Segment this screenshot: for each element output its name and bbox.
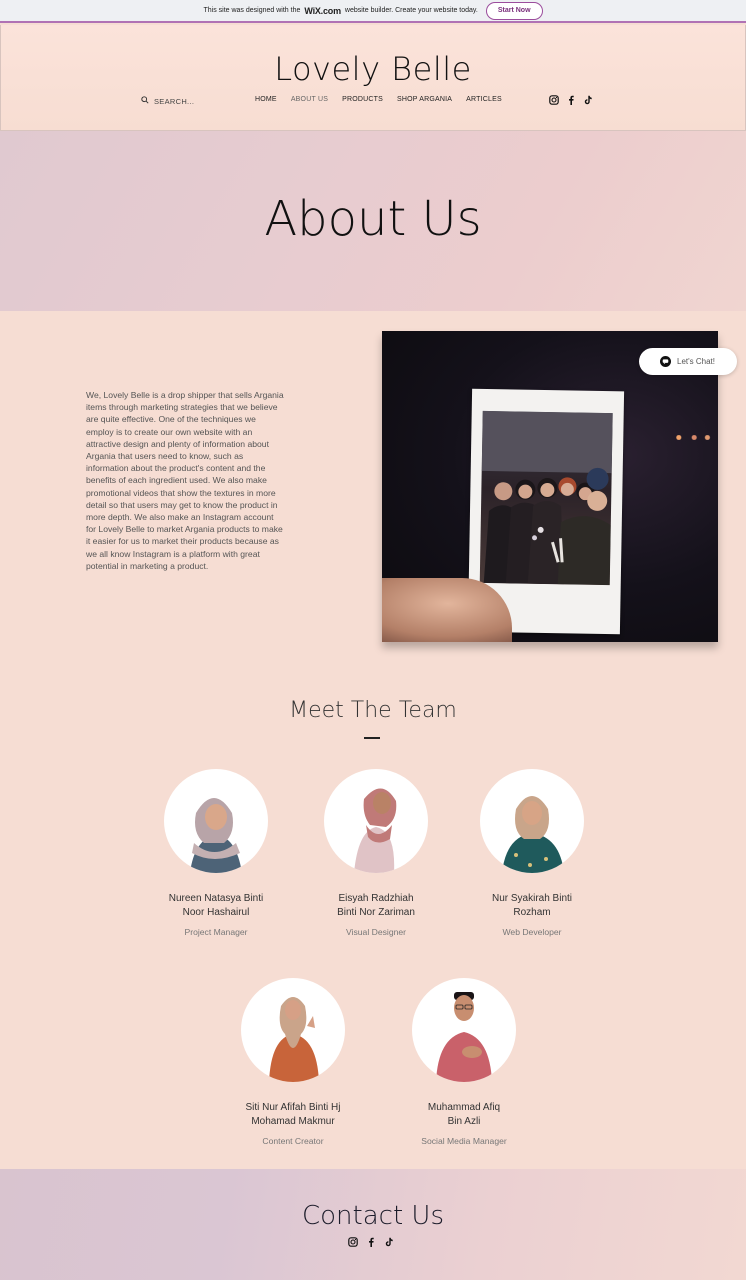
start-now-button[interactable]: Start Now [485,1,543,20]
background-lights [670,435,714,440]
member-name: Nur Syakirah Binti Rozham [491,893,573,918]
member-role: Project Manager [184,927,248,937]
chat-widget[interactable]: Let's Chat! [639,348,737,375]
chat-label: Let's Chat! [677,357,715,366]
member-role: Visual Designer [345,927,407,937]
team-member-card: Nureen Natasya Binti Noor Hashairul Proj… [136,769,296,937]
search-box[interactable]: SEARCH... [141,96,194,106]
page-title: About Us [264,191,482,247]
nav-shop-argania[interactable]: SHOP ARGANIA [397,96,452,103]
team-member-card: Nur Syakirah Binti Rozham Web Developer [452,769,612,937]
hand [382,578,512,642]
member-name: Muhammad Afiq Bin Azli [427,1102,501,1127]
member-name: Siti Nur Afifah Binti Hj Mohamad Makmur [245,1102,341,1127]
site-title[interactable]: Lovely Belle [1,50,745,88]
member-role: Web Developer [502,927,562,937]
search-input[interactable]: SEARCH... [154,97,194,106]
member-avatar [241,978,345,1082]
wix-banner-text-2: website builder. Create your website tod… [344,7,478,14]
team-member-card: Muhammad Afiq Bin Azli Social Media Mana… [384,978,544,1146]
facebook-icon[interactable] [366,1237,376,1247]
team-member-card: Eisyah Radzhiah Binti Nor Zariman Visual… [296,769,456,937]
wix-banner-text: This site was designed with the [203,7,301,14]
member-avatar [480,769,584,873]
tiktok-icon[interactable] [384,1237,394,1247]
team-polaroid-photo [382,331,718,642]
main-nav: HOME ABOUT US PRODUCTS SHOP ARGANIA ARTI… [255,96,502,103]
instagram-icon[interactable] [549,95,559,105]
member-role: Content Creator [262,1136,324,1146]
instagram-icon[interactable] [348,1237,358,1247]
facebook-icon[interactable] [566,95,576,105]
wix-logo[interactable]: WiX.com [304,6,341,16]
contact-heading: Contact Us [302,1201,444,1231]
team-heading: Meet The Team [289,698,457,723]
member-name: Nureen Natasya Binti Noor Hashairul [168,893,264,918]
about-paragraph: We, Lovely Belle is a drop shipper that … [86,390,284,571]
chat-icon [660,356,671,367]
search-icon [141,96,149,106]
member-avatar [412,978,516,1082]
hero-banner: About Us [0,131,746,311]
member-name: Eisyah Radzhiah Binti Nor Zariman [337,893,415,918]
nav-articles[interactable]: ARTICLES [466,96,502,103]
header-socials [549,95,593,105]
nav-home[interactable]: HOME [255,96,277,103]
contact-socials [348,1237,394,1247]
team-member-card: Siti Nur Afifah Binti Hj Mohamad Makmur … [213,978,373,1146]
group-photo [479,410,613,586]
member-avatar [324,769,428,873]
nav-products[interactable]: PRODUCTS [342,96,383,103]
tiktok-icon[interactable] [583,95,593,105]
nav-about-us[interactable]: ABOUT US [291,96,328,103]
team-divider [364,737,380,739]
contact-section: Contact Us [0,1169,746,1280]
site-header: Lovely Belle SEARCH... HOME ABOUT US PRO… [0,25,746,131]
member-role: Social Media Manager [421,1136,507,1146]
wix-banner: This site was designed with the WiX.com … [0,0,746,23]
member-avatar [164,769,268,873]
